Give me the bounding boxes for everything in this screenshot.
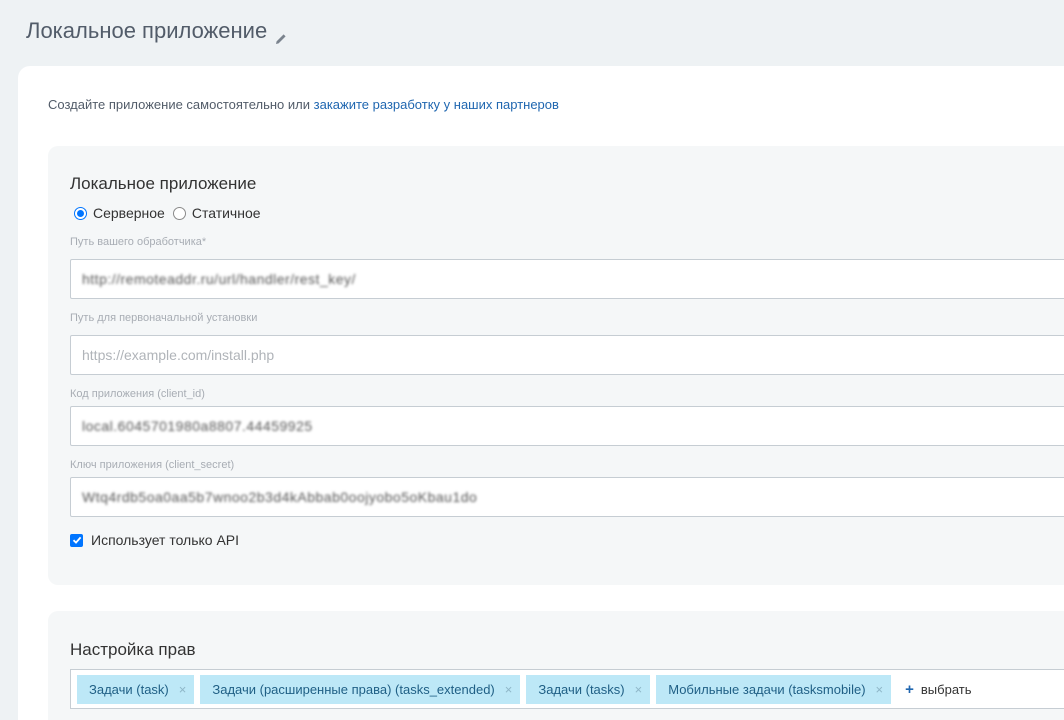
permission-tag-label: Мобильные задачи (tasksmobile) [668, 681, 866, 697]
permission-tag-label: Задачи (tasks) [538, 681, 625, 697]
intro-text: Создайте приложение самостоятельно или з… [48, 97, 559, 112]
close-icon[interactable]: × [635, 682, 643, 697]
plus-icon: + [905, 680, 914, 698]
handler-path-label: Путь вашего обработчика* [70, 236, 207, 248]
permissions-title: Настройка прав [70, 640, 196, 659]
client-secret-label: Ключ приложения (client_secret) [70, 459, 235, 471]
radio-server-label[interactable]: Серверное [93, 205, 165, 221]
page-title: Локальное приложение [26, 18, 287, 44]
radio-server[interactable] [74, 206, 87, 220]
page-title-text: Локальное приложение [26, 18, 268, 43]
api-only-row: Использует только API [70, 532, 239, 548]
permissions-selector[interactable]: Задачи (task) × Задачи (расширенные прав… [70, 669, 1064, 709]
select-permissions-button[interactable]: + выбрать [905, 681, 971, 698]
client-id-input[interactable]: local.6045701980a8807.44459925 [70, 406, 1064, 446]
app-settings-panel: Локальное приложение Серверное Статичное… [48, 146, 1064, 585]
app-settings-title: Локальное приложение [70, 174, 257, 193]
radio-static-label[interactable]: Статичное [192, 205, 261, 221]
close-icon[interactable]: × [505, 682, 513, 697]
permission-tag-label: Задачи (task) [89, 681, 169, 697]
api-only-checkbox[interactable] [70, 533, 83, 547]
client-secret-input[interactable]: Wtq4rdb5oa0aa5b7wnoo2b3d4kAbbab0oojyobo5… [70, 477, 1064, 517]
client-id-label: Код приложения (client_id) [70, 388, 205, 400]
app-card: Создайте приложение самостоятельно или з… [18, 66, 1064, 720]
app-type-radio-group: Серверное Статичное [74, 205, 269, 221]
handler-path-value: http://remoteaddr.ru/url/handler/rest_ke… [82, 271, 356, 287]
check-icon [72, 536, 81, 544]
client-secret-value: Wtq4rdb5oa0aa5b7wnoo2b3d4kAbbab0oojyobo5… [82, 489, 478, 505]
radio-static[interactable] [172, 206, 186, 220]
pencil-icon[interactable] [275, 25, 287, 44]
install-path-input[interactable]: https://example.com/install.php [70, 335, 1064, 375]
permissions-panel: Настройка прав Задачи (task) × Задачи (р… [48, 611, 1064, 720]
permission-tag-label: Задачи (расширенные права) (tasks_extend… [212, 681, 495, 697]
permission-tag: Задачи (расширенные права) (tasks_extend… [200, 674, 521, 704]
intro-static-text: Создайте приложение самостоятельно или [48, 97, 314, 112]
install-path-placeholder: https://example.com/install.php [82, 347, 275, 363]
select-permissions-label: выбрать [920, 681, 972, 697]
client-id-value: local.6045701980a8807.44459925 [82, 418, 313, 434]
permission-tag: Задачи (task) × [77, 674, 195, 704]
permission-tag: Задачи (tasks) × [526, 674, 651, 704]
close-icon[interactable]: × [179, 682, 187, 697]
permission-tag: Мобильные задачи (tasksmobile) × [656, 674, 892, 704]
api-only-label[interactable]: Использует только API [91, 532, 239, 548]
handler-path-input[interactable]: http://remoteaddr.ru/url/handler/rest_ke… [70, 259, 1064, 299]
install-path-label: Путь для первоначальной установки [70, 312, 258, 324]
partners-link[interactable]: закажите разработку у наших партнеров [314, 97, 559, 112]
close-icon[interactable]: × [876, 682, 884, 697]
